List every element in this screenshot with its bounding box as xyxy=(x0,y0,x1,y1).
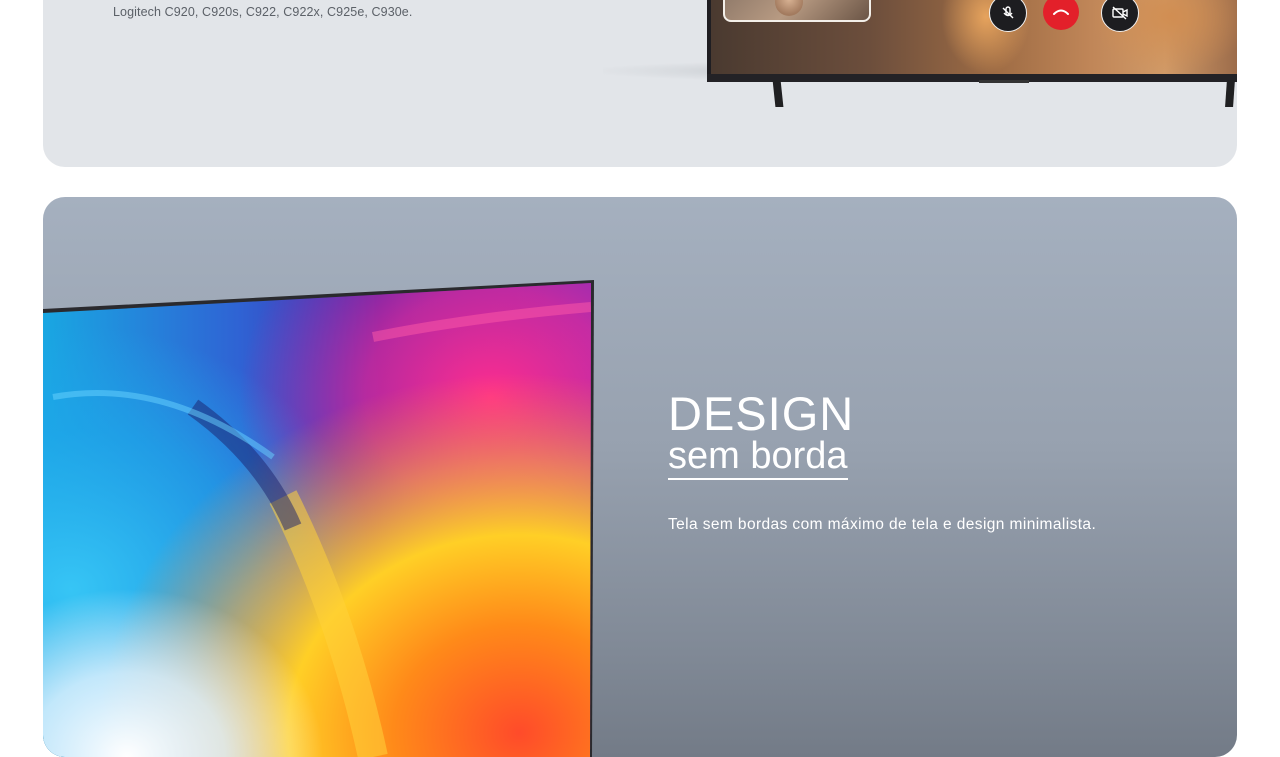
design-description: Tela sem bordas com máximo de tela e des… xyxy=(668,516,1097,533)
design-text-block: DESIGN sem borda Tela sem bordas com máx… xyxy=(668,387,1097,534)
tv-screen xyxy=(711,0,1237,74)
end-call-icon xyxy=(1043,0,1079,30)
webcam-compat-card: Logitech C920, C920s, C922, C922x, C925e… xyxy=(43,0,1237,167)
tv-foot-left xyxy=(772,80,784,107)
design-subtitle: sem borda xyxy=(668,436,848,480)
design-title: DESIGN xyxy=(668,387,855,440)
design-card: DESIGN sem borda Tela sem bordas com máx… xyxy=(43,197,1237,757)
tv-video-call-image xyxy=(707,0,1237,82)
tv-foot-right xyxy=(1225,80,1235,107)
borderless-tv-image xyxy=(43,280,594,757)
picture-in-picture xyxy=(723,0,871,22)
tv-bezel xyxy=(707,74,1237,82)
tv-logo-bar xyxy=(979,80,1029,83)
webcam-compat-text: Logitech C920, C920s, C922, C922x, C925e… xyxy=(113,5,413,19)
